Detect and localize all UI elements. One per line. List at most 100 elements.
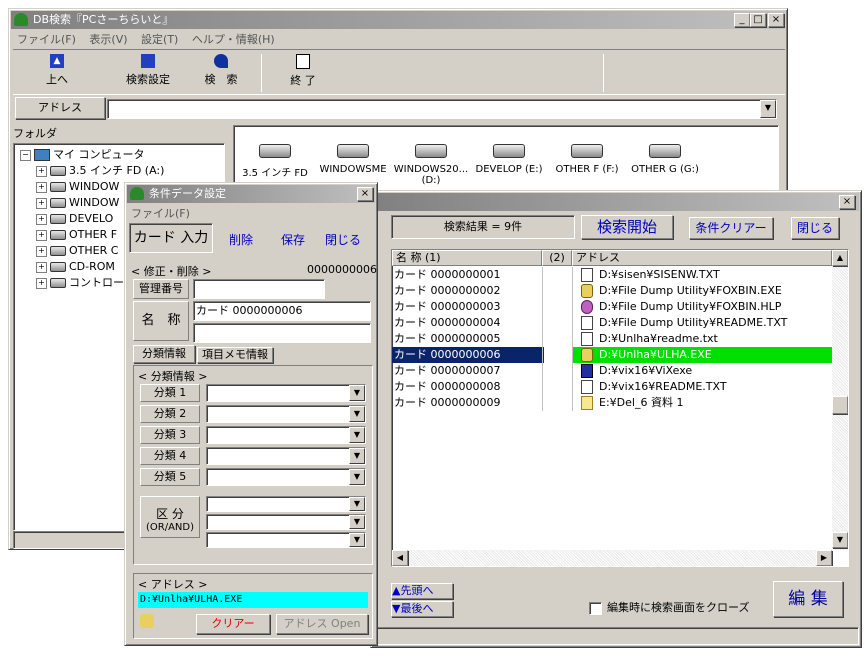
- table-row[interactable]: カード 0000000008 D:¥vix16¥README.TXT: [392, 379, 832, 395]
- expand-icon[interactable]: +: [36, 181, 47, 193]
- class-select[interactable]: ▼: [206, 468, 366, 486]
- close-button[interactable]: ×: [768, 13, 784, 27]
- column-header-2[interactable]: (2): [542, 250, 572, 266]
- table-row[interactable]: カード 0000000007 D:¥vix16¥ViXexe: [392, 363, 832, 379]
- chevron-down-icon[interactable]: ▼: [349, 469, 365, 485]
- tree-root[interactable]: − マイ コンピュータ: [20, 147, 224, 163]
- drive-item[interactable]: 3.5 インチ FD: [236, 134, 314, 179]
- scroll-left-icon[interactable]: ◀: [392, 550, 408, 566]
- tab-item-memo[interactable]: 項目メモ情報: [197, 347, 273, 363]
- table-row[interactable]: カード 0000000009 E:¥Del_6 資料 1: [392, 395, 832, 411]
- chevron-down-icon[interactable]: ▼: [349, 515, 365, 529]
- menu-file[interactable]: ファイル(F): [17, 33, 76, 46]
- mode-number: 0000000006: [307, 263, 377, 276]
- close-button[interactable]: ×: [357, 187, 373, 201]
- drive-item[interactable]: DEVELOP (E:): [470, 134, 548, 175]
- drive-icon: [50, 278, 66, 288]
- table-row[interactable]: カード 0000000004 D:¥File Dump Utility¥READM…: [392, 315, 832, 331]
- kubun-select-3[interactable]: ▼: [206, 532, 366, 548]
- expand-icon[interactable]: +: [36, 197, 47, 209]
- scroll-down-icon[interactable]: ▼: [832, 532, 848, 548]
- chevron-down-icon[interactable]: ▼: [349, 533, 365, 547]
- scroll-right-icon[interactable]: ▶: [816, 550, 832, 566]
- cell-address-text: D:¥vix16¥ViXexe: [599, 364, 693, 377]
- tree-item[interactable]: +3.5 インチ FD (A:): [36, 163, 224, 179]
- cell-address: D:¥vix16¥README.TXT: [572, 379, 833, 395]
- expand-icon[interactable]: +: [36, 229, 47, 241]
- collapse-icon[interactable]: −: [20, 149, 31, 161]
- expand-icon[interactable]: +: [36, 213, 47, 225]
- search-button[interactable]: 検 索: [193, 54, 249, 87]
- app-icon: [14, 13, 28, 26]
- menu-view[interactable]: 表示(V): [89, 33, 127, 46]
- column-header-address[interactable]: アドレス: [572, 250, 832, 266]
- maximize-button[interactable]: □: [750, 13, 766, 27]
- expand-icon[interactable]: +: [36, 165, 47, 177]
- minimize-button[interactable]: _: [734, 13, 750, 27]
- scroll-thumb[interactable]: [832, 396, 848, 414]
- chevron-down-icon[interactable]: ▼: [349, 406, 365, 422]
- table-row[interactable]: カード 0000000001 D:¥sisen¥SISENW.TXT: [392, 267, 832, 283]
- close-button[interactable]: ×: [839, 195, 855, 209]
- text-file-icon: [581, 268, 593, 282]
- class-select[interactable]: ▼: [206, 405, 366, 423]
- menu-settings[interactable]: 設定(T): [141, 33, 178, 46]
- exit-button[interactable]: 終 了: [275, 54, 331, 88]
- close-on-edit-option[interactable]: 編集時に検索画面をクローズ: [589, 601, 749, 615]
- scroll-up-icon[interactable]: ▲: [832, 250, 848, 266]
- tab-classification[interactable]: 分類情報: [133, 345, 195, 363]
- start-search-button[interactable]: 検索開始: [581, 215, 673, 239]
- chevron-down-icon[interactable]: ▼: [349, 385, 365, 401]
- to-top-button[interactable]: ▲先頭へ: [391, 583, 453, 599]
- expand-icon[interactable]: +: [36, 245, 47, 257]
- class-label: 分類 5: [140, 468, 200, 486]
- address-field[interactable]: D:¥Unlha¥ULHA.EXE: [138, 592, 368, 608]
- expand-icon[interactable]: +: [36, 261, 47, 273]
- clear-conditions-button[interactable]: 条件クリアー: [689, 217, 773, 239]
- drive-item[interactable]: OTHER G (G:): [626, 134, 704, 175]
- drive-item[interactable]: OTHER F (F:): [548, 134, 626, 175]
- dialog-save-button[interactable]: 保存: [281, 231, 305, 248]
- class-select[interactable]: ▼: [206, 384, 366, 402]
- exit-icon: [296, 54, 310, 69]
- table-row[interactable]: カード 0000000003 D:¥File Dump Utility¥FOXBI…: [392, 299, 832, 315]
- clear-button[interactable]: クリアー: [196, 614, 270, 634]
- kubun-select-2[interactable]: ▼: [206, 514, 366, 530]
- chevron-down-icon[interactable]: ▼: [349, 448, 365, 464]
- dialog-menu-file[interactable]: ファイル(F): [131, 205, 190, 221]
- tree-item-label: DEVELO: [69, 212, 114, 225]
- table-row[interactable]: カード 0000000002 D:¥File Dump Utility¥FOXBI…: [392, 283, 832, 299]
- expand-icon[interactable]: +: [36, 277, 47, 289]
- results-close-button[interactable]: 閉じる: [791, 217, 839, 239]
- search-settings-button[interactable]: 検索設定: [113, 54, 183, 87]
- to-bottom-button[interactable]: ▼最後へ: [391, 601, 453, 617]
- menu-help[interactable]: ヘルプ・情報(H): [192, 33, 275, 46]
- chevron-down-icon[interactable]: ▼: [349, 427, 365, 443]
- address-combo[interactable]: ▼: [107, 99, 777, 119]
- close-on-edit-checkbox[interactable]: [589, 601, 602, 615]
- cell-name: カード 0000000003: [394, 300, 501, 313]
- edit-button[interactable]: 編 集: [773, 581, 843, 617]
- name-field-2[interactable]: [193, 323, 371, 343]
- mgmt-number-field[interactable]: [193, 279, 325, 299]
- chevron-down-icon[interactable]: ▼: [760, 100, 776, 118]
- dialog-close-button[interactable]: 閉じる: [325, 231, 361, 248]
- drive-item[interactable]: WINDOWS20... (D:): [392, 134, 470, 186]
- class-select[interactable]: ▼: [206, 447, 366, 465]
- result-count: 検索結果 = 9件: [391, 215, 575, 239]
- settings-icon: [141, 54, 155, 68]
- table-row[interactable]: カード 0000000006 D:¥Unlha¥ULHA.EXE: [392, 347, 833, 363]
- up-button[interactable]: ▲ 上へ: [29, 54, 85, 87]
- drive-item[interactable]: WINDOWSME: [314, 134, 392, 175]
- column-header-name[interactable]: 名 称 (1): [392, 250, 542, 266]
- chevron-down-icon[interactable]: ▼: [349, 497, 365, 511]
- cell-address-text: D:¥File Dump Utility¥README.TXT: [599, 316, 788, 329]
- address-open-button[interactable]: アドレス Open: [276, 614, 368, 634]
- horizontal-scrollbar[interactable]: ◀ ▶: [392, 550, 832, 566]
- class-select[interactable]: ▼: [206, 426, 366, 444]
- vertical-scrollbar[interactable]: ▲ ▼: [832, 250, 848, 550]
- kubun-select-1[interactable]: ▼: [206, 496, 366, 512]
- name-field[interactable]: カード 0000000006: [193, 301, 371, 321]
- table-row[interactable]: カード 0000000005 D:¥Unlha¥readme.txt: [392, 331, 832, 347]
- dialog-delete-button[interactable]: 削除: [229, 231, 253, 248]
